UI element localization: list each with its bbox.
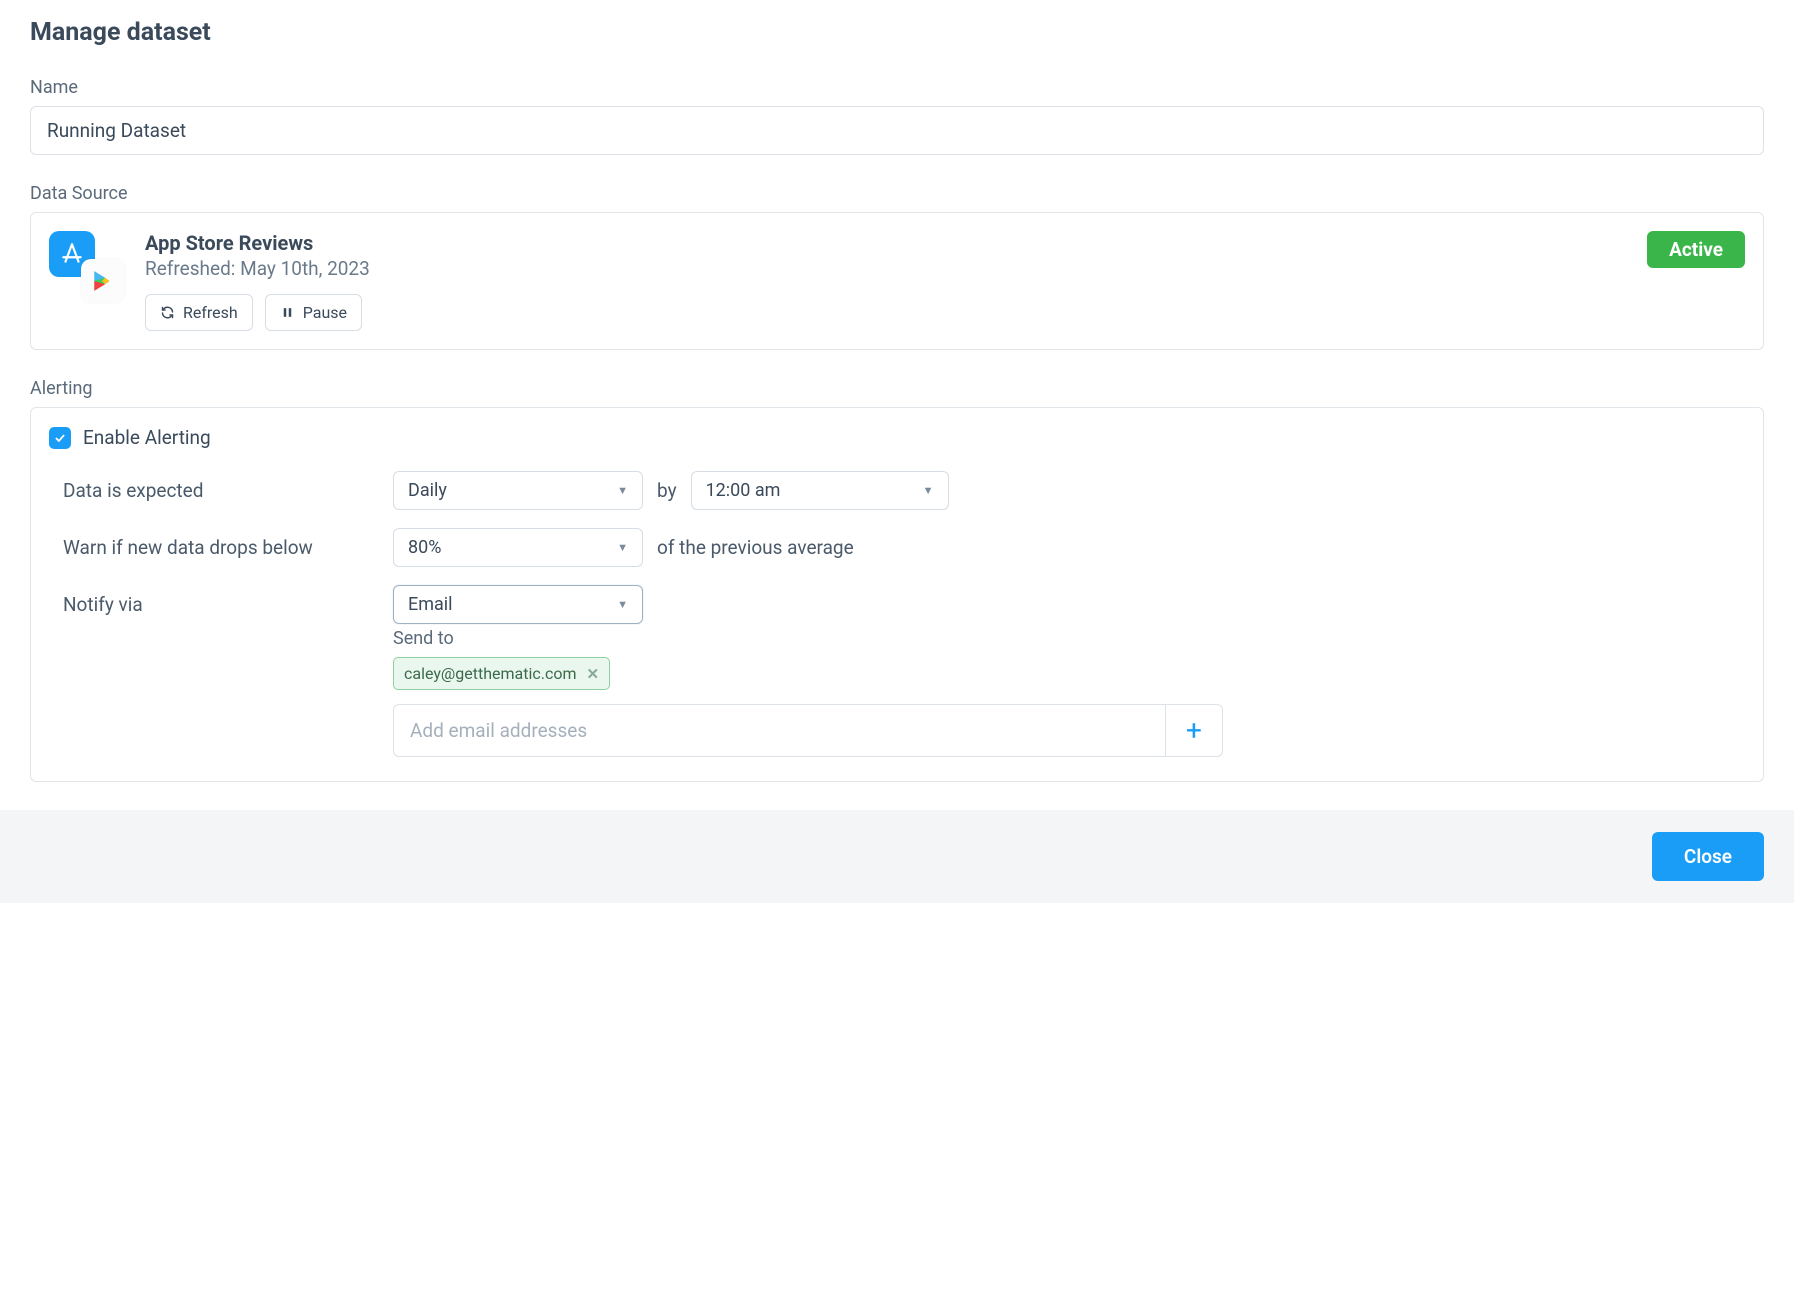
page-title: Manage dataset bbox=[30, 18, 1764, 47]
refresh-icon bbox=[160, 305, 175, 320]
playstore-icon bbox=[81, 259, 125, 303]
data-source-refreshed: Refreshed: May 10th, 2023 bbox=[145, 257, 1629, 280]
threshold-select[interactable]: 80% ▼ bbox=[393, 528, 643, 567]
remove-recipient-icon[interactable]: ✕ bbox=[587, 665, 600, 683]
enable-alerting-checkbox[interactable] bbox=[49, 427, 71, 449]
data-expected-label: Data is expected bbox=[63, 479, 393, 502]
warn-label: Warn if new data drops below bbox=[63, 536, 393, 559]
by-label: by bbox=[657, 479, 677, 502]
chevron-down-icon: ▼ bbox=[617, 541, 628, 554]
chevron-down-icon: ▼ bbox=[617, 484, 628, 497]
plus-icon: + bbox=[1186, 714, 1202, 747]
data-source-label: Data Source bbox=[30, 183, 1764, 204]
pause-button-label: Pause bbox=[303, 303, 347, 322]
notify-method-value: Email bbox=[408, 594, 453, 615]
frequency-value: Daily bbox=[408, 480, 447, 501]
close-button[interactable]: Close bbox=[1652, 832, 1764, 881]
footer: Close bbox=[0, 810, 1794, 903]
name-input[interactable] bbox=[30, 106, 1764, 155]
email-input[interactable] bbox=[393, 704, 1165, 757]
send-to-label: Send to bbox=[393, 628, 1745, 649]
frequency-select[interactable]: Daily ▼ bbox=[393, 471, 643, 510]
recipient-email: caley@getthematic.com bbox=[404, 664, 577, 683]
pause-button[interactable]: Pause bbox=[265, 294, 362, 331]
pause-icon bbox=[280, 305, 295, 320]
chevron-down-icon: ▼ bbox=[923, 484, 934, 497]
alerting-panel: Enable Alerting Data is expected Daily ▼… bbox=[30, 407, 1764, 782]
data-source-title: App Store Reviews bbox=[145, 231, 1629, 255]
recipient-chip: caley@getthematic.com ✕ bbox=[393, 657, 610, 690]
by-time-select[interactable]: 12:00 am ▼ bbox=[691, 471, 949, 510]
enable-alerting-label: Enable Alerting bbox=[83, 426, 211, 449]
threshold-value: 80% bbox=[408, 537, 441, 558]
status-badge: Active bbox=[1647, 231, 1745, 268]
check-icon bbox=[53, 431, 67, 445]
refresh-button[interactable]: Refresh bbox=[145, 294, 253, 331]
warn-suffix: of the previous average bbox=[657, 536, 854, 559]
refresh-button-label: Refresh bbox=[183, 303, 238, 322]
data-source-icons bbox=[49, 231, 127, 309]
chevron-down-icon: ▼ bbox=[617, 598, 628, 611]
notify-method-select[interactable]: Email ▼ bbox=[393, 585, 643, 624]
data-source-panel: App Store Reviews Refreshed: May 10th, 2… bbox=[30, 212, 1764, 350]
alerting-label: Alerting bbox=[30, 378, 1764, 399]
add-email-button[interactable]: + bbox=[1165, 704, 1223, 757]
name-label: Name bbox=[30, 77, 1764, 98]
by-time-value: 12:00 am bbox=[706, 480, 781, 501]
notify-label: Notify via bbox=[63, 593, 393, 616]
